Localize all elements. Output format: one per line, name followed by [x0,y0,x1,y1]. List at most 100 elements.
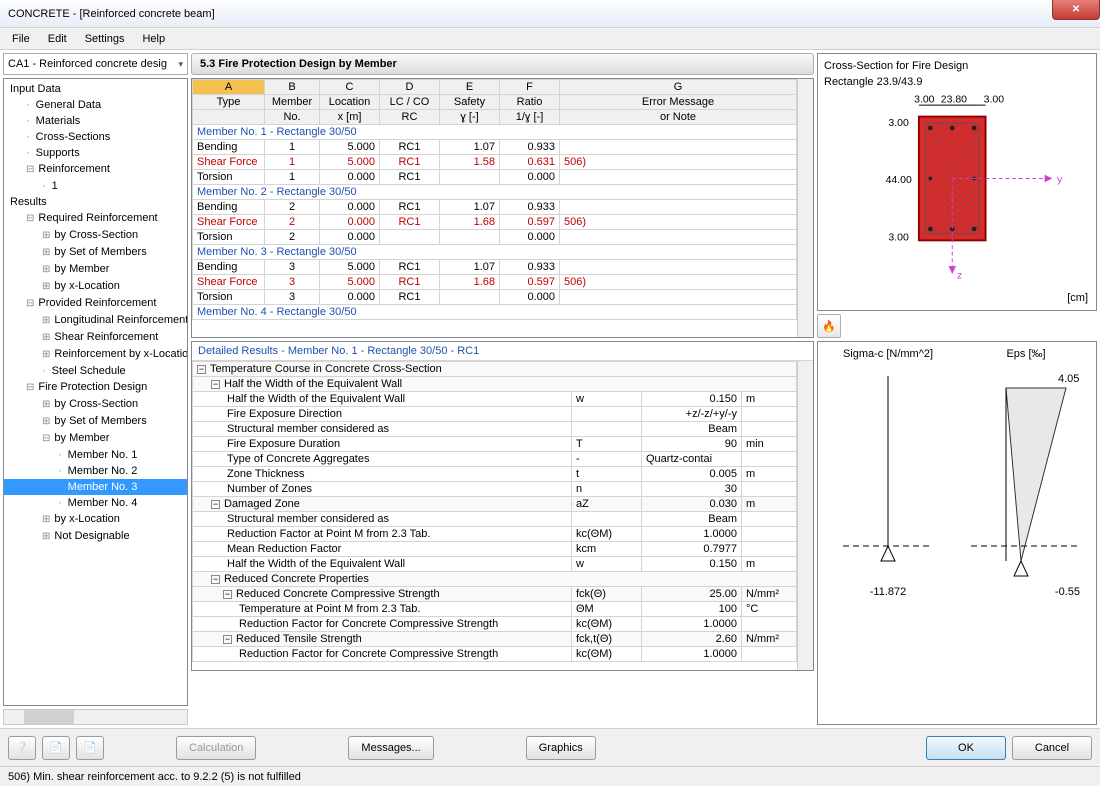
ok-button[interactable]: OK [926,736,1006,760]
col-D[interactable]: D [380,80,440,95]
row-m1-shear[interactable]: Shear Force15.000RC11.580.631506) [193,155,797,170]
detail-half2[interactable]: Half the Width of the Equivalent Wallw0.… [193,557,797,572]
detail-grid-wrap[interactable]: Detailed Results - Member No. 1 - Rectan… [191,341,814,671]
svg-text:z: z [957,270,962,281]
row-m2-bending[interactable]: Bending20.000RC11.070.933 [193,200,797,215]
col-B[interactable]: B [265,80,320,95]
detail-dz[interactable]: −Damaged ZoneaZ0.030m [193,497,797,512]
detail-temp[interactable]: −Temperature Course in Concrete Cross-Se… [193,362,797,377]
row-m3-bending[interactable]: Bending35.000RC11.070.933 [193,260,797,275]
detail-vscroll[interactable] [797,361,813,670]
grid-vscroll[interactable] [797,79,813,337]
chart-eps-val: -0.55 [1055,586,1080,598]
tree-reinf-1[interactable]: 1 [4,178,187,194]
tree-provided[interactable]: Provided Reinforcement [4,295,187,312]
detail-rfccs2[interactable]: Reduction Factor for Concrete Compressiv… [193,647,797,662]
window-title: CONCRETE - [Reinforced concrete beam] [8,8,215,20]
close-button[interactable]: ✕ [1052,0,1100,20]
nav-tree[interactable]: Input Data General Data Materials Cross-… [3,78,188,706]
cancel-button[interactable]: Cancel [1012,736,1092,760]
tree-fire-by-member[interactable]: by Member [4,430,187,447]
tree-req-by-member[interactable]: by Member [4,261,187,278]
help-button[interactable]: ❔ [8,736,36,760]
tree-reinforcement[interactable]: Reinforcement [4,161,187,178]
tree-fire[interactable]: Fire Protection Design [4,379,187,396]
col-C[interactable]: C [320,80,380,95]
tree-fire-by-set[interactable]: by Set of Members [4,413,187,430]
tree-supports[interactable]: Supports [4,145,187,161]
chart-eps-title: Eps [‰] [1006,348,1045,360]
detail-nz[interactable]: Number of Zonesn30 [193,482,797,497]
detail-dur[interactable]: Fire Exposure DurationT90min [193,437,797,452]
tree-longitudinal[interactable]: Longitudinal Reinforcement [4,312,187,329]
tree-input-data[interactable]: Input Data [4,81,187,97]
messages-button[interactable]: Messages... [348,736,433,760]
detail-half-header[interactable]: −Half the Width of the Equivalent Wall [193,377,797,392]
svg-text:y: y [1057,174,1063,185]
graphics-button[interactable]: Graphics [526,736,596,760]
detail-smc[interactable]: Structural member considered asBeam [193,422,797,437]
tree-materials[interactable]: Materials [4,113,187,129]
tree-req-by-x[interactable]: by x-Location [4,278,187,295]
row-m2-shear[interactable]: Shear Force20.000RC11.680.597506) [193,215,797,230]
combo-value: CA1 - Reinforced concrete desig [8,58,167,70]
tree-shear[interactable]: Shear Reinforcement [4,329,187,346]
main-grid[interactable]: A B C D E F G TypeMemberLocationLC / COS… [191,78,814,338]
group-m1[interactable]: Member No. 1 - Rectangle 30/50 [193,125,797,140]
tree-req-by-cs[interactable]: by Cross-Section [4,227,187,244]
menu-edit[interactable]: Edit [40,30,75,48]
tree-req-by-set[interactable]: by Set of Members [4,244,187,261]
tree-member-4[interactable]: Member No. 4 [4,495,187,511]
tree-fire-by-x[interactable]: by x-Location [4,511,187,528]
tree-not-designable[interactable]: Not Designable [4,528,187,545]
tree-results[interactable]: Results [4,194,187,210]
detail-half[interactable]: Half the Width of the Equivalent Wallw0.… [193,392,797,407]
tree-hscroll[interactable] [3,709,188,725]
group-m4[interactable]: Member No. 4 - Rectangle 30/50 [193,305,797,320]
case-combo[interactable]: CA1 - Reinforced concrete desig [3,53,188,75]
detail-mrf[interactable]: Mean Reduction Factorkcm0.7977 [193,542,797,557]
detail-rccs[interactable]: −Reduced Concrete Compressive Strengthfc… [193,587,797,602]
tree-fire-by-cs[interactable]: by Cross-Section [4,396,187,413]
tree-member-3[interactable]: Member No. 3 [4,479,187,495]
menu-settings[interactable]: Settings [77,30,133,48]
center-column: 5.3 Fire Protection Design by Member A B… [191,53,814,725]
tree-required[interactable]: Required Reinforcement [4,210,187,227]
row-m1-torsion[interactable]: Torsion10.000RC10.000 [193,170,797,185]
col-F[interactable]: F [500,80,560,95]
detail-rfccs[interactable]: Reduction Factor for Concrete Compressiv… [193,617,797,632]
col-A[interactable]: A [193,80,265,95]
row-m3-shear[interactable]: Shear Force35.000RC11.680.597506) [193,275,797,290]
fire-icon-button[interactable]: 🔥 [817,314,841,338]
row-m1-bending[interactable]: Bending15.000RC11.070.933 [193,140,797,155]
tree-reinf-by-x[interactable]: Reinforcement by x-Location [4,346,187,363]
chart-sigma-val: -11.872 [870,586,907,598]
tree-steel-schedule[interactable]: Steel Schedule [4,363,187,379]
group-m2[interactable]: Member No. 2 - Rectangle 30/50 [193,185,797,200]
tree-cross-sections[interactable]: Cross-Sections [4,129,187,145]
detail-rcp[interactable]: −Reduced Concrete Properties [193,572,797,587]
col-G[interactable]: G [560,80,797,95]
tree-member-2[interactable]: Member No. 2 [4,463,187,479]
detail-zt[interactable]: Zone Thicknesst0.005m [193,467,797,482]
row-m3-torsion[interactable]: Torsion30.000RC10.000 [193,290,797,305]
svg-text:3.00: 3.00 [888,232,909,243]
detail-smc2[interactable]: Structural member considered asBeam [193,512,797,527]
tree-member-1[interactable]: Member No. 1 [4,447,187,463]
menu-file[interactable]: File [4,30,38,48]
svg-text:23.80: 23.80 [941,94,967,105]
detail-rts[interactable]: −Reduced Tensile Strengthfck,t(Θ)2.60N/m… [193,632,797,647]
export-button-1[interactable]: 📄 [42,736,70,760]
col-E[interactable]: E [440,80,500,95]
detail-agg[interactable]: Type of Concrete Aggregates-Quartz-conta… [193,452,797,467]
export-button-2[interactable]: 📄 [76,736,104,760]
row-m2-torsion[interactable]: Torsion20.0000.000 [193,230,797,245]
calculation-button[interactable]: Calculation [176,736,256,760]
detail-rf[interactable]: Reduction Factor at Point M from 2.3 Tab… [193,527,797,542]
detail-tpm[interactable]: Temperature at Point M from 2.3 Tab.ΘM10… [193,602,797,617]
detail-fed[interactable]: Fire Exposure Direction+z/-z/+y/-y [193,407,797,422]
menu-help[interactable]: Help [134,30,173,48]
svg-text:3.00: 3.00 [984,94,1005,105]
tree-general-data[interactable]: General Data [4,97,187,113]
group-m3[interactable]: Member No. 3 - Rectangle 30/50 [193,245,797,260]
